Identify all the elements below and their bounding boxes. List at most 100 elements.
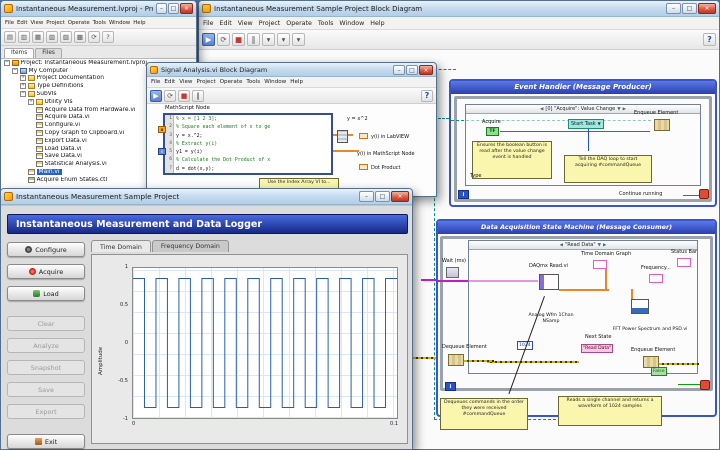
case-dropdown-icon[interactable]: ▼ bbox=[598, 243, 601, 248]
enqueue-element-node[interactable] bbox=[654, 119, 670, 131]
new-vi-button[interactable]: ▤ bbox=[4, 31, 16, 43]
minimize-button[interactable]: – bbox=[666, 3, 681, 14]
help-button[interactable]: ? bbox=[102, 31, 114, 43]
help-icon[interactable]: ? bbox=[703, 33, 716, 46]
state-machine-frame[interactable]: Data Acquisition State Machine (Message … bbox=[436, 219, 717, 430]
menu-item[interactable]: Project bbox=[46, 20, 64, 26]
menu-item[interactable]: Help bbox=[133, 20, 145, 26]
menu-item[interactable]: File bbox=[151, 79, 160, 85]
menu-item[interactable]: View bbox=[238, 20, 253, 27]
index-array-node[interactable] bbox=[337, 130, 348, 143]
tree-expander-icon[interactable]: − bbox=[4, 59, 10, 66]
titlebar[interactable]: Instantaneous Measurement Sample Project… bbox=[199, 1, 719, 17]
code-line[interactable]: 7 d = dot(x,y); bbox=[165, 164, 331, 173]
titlebar[interactable]: Signal Analysis.vi Block Diagram – □ × bbox=[147, 63, 436, 77]
refresh-button[interactable]: ⟳ bbox=[88, 31, 100, 43]
event-handler-frame[interactable]: Event Handler (Message Producer) ◀ [0] "… bbox=[449, 79, 717, 207]
pause-button[interactable]: ‖ bbox=[247, 33, 260, 46]
menu-item[interactable]: Operate bbox=[68, 20, 90, 26]
menu-item[interactable]: Tools bbox=[318, 20, 334, 27]
loop-iteration-terminal[interactable]: i bbox=[458, 190, 469, 199]
loop-condition-terminal[interactable] bbox=[700, 380, 710, 390]
mathscript-node[interactable]: 1 % x = [1 2 3]; 2 % Square each element… bbox=[163, 113, 333, 175]
menu-item[interactable]: Window bbox=[339, 20, 364, 27]
menu-item[interactable]: Help bbox=[290, 79, 303, 85]
code-line[interactable]: 6 % Calculate the Dot Product of x bbox=[165, 156, 331, 165]
tab-frequency-domain[interactable]: Frequency Domain bbox=[151, 240, 229, 252]
wait-ms-node[interactable] bbox=[446, 267, 459, 278]
loop-iteration-terminal[interactable]: i bbox=[445, 382, 456, 391]
clear-button[interactable]: Clear bbox=[7, 316, 85, 331]
tab-files[interactable]: Files bbox=[35, 48, 62, 58]
menu-item[interactable]: Window bbox=[109, 20, 130, 26]
input-terminal-i[interactable]: i bbox=[158, 148, 166, 155]
tree-expander-icon[interactable]: − bbox=[12, 67, 18, 74]
code-line[interactable]: 4 % Extract y(i) bbox=[165, 139, 331, 149]
case-dropdown-icon[interactable]: ▼ bbox=[617, 107, 620, 112]
open-button[interactable]: ▥ bbox=[18, 31, 30, 43]
case-selector[interactable]: ◀ "Read Data" ▼ ▶ bbox=[469, 241, 697, 250]
maximize-button[interactable]: □ bbox=[375, 191, 390, 202]
comment[interactable]: Ensures the boolean button is read after… bbox=[472, 141, 552, 179]
menu-item[interactable]: Window bbox=[264, 79, 286, 85]
close-button[interactable]: × bbox=[698, 3, 716, 14]
read-data-string-constant[interactable]: "Read Data" bbox=[581, 344, 614, 353]
titlebar[interactable]: Instantaneous Measurement Sample Project… bbox=[1, 189, 412, 205]
titlebar[interactable]: Instantaneous Measurement.lvproj - Proje… bbox=[1, 1, 196, 17]
minimize-button[interactable]: – bbox=[156, 3, 167, 14]
copy-button[interactable]: ▨ bbox=[60, 31, 72, 43]
menu-item[interactable]: View bbox=[30, 20, 43, 26]
minimize-button[interactable]: – bbox=[359, 191, 374, 202]
start-task-enum-constant[interactable]: Start Task ▼ bbox=[568, 119, 604, 129]
save-button[interactable]: ▦ bbox=[32, 31, 44, 43]
menu-item[interactable]: Edit bbox=[164, 79, 175, 85]
menu-item[interactable]: Edit bbox=[220, 20, 232, 27]
load-button[interactable]: Load bbox=[7, 286, 85, 301]
prev-case-icon[interactable]: ◀ bbox=[540, 107, 543, 112]
distribute-objects-dropdown[interactable]: ▾ bbox=[292, 33, 305, 46]
analyze-button[interactable]: Analyze bbox=[7, 338, 85, 353]
case-structure[interactable]: ◀ "Read Data" ▼ ▶ DAQmx Read.vi Analog W… bbox=[468, 240, 699, 376]
input-terminal-x[interactable]: x bbox=[158, 126, 166, 133]
menu-item[interactable]: Help bbox=[370, 20, 384, 27]
menu-item[interactable]: Edit bbox=[17, 20, 27, 26]
menu-item[interactable]: Operate bbox=[286, 20, 312, 27]
tree-expander-icon[interactable]: + bbox=[20, 83, 26, 90]
help-icon[interactable]: ? bbox=[421, 89, 433, 102]
menu-item[interactable]: Tools bbox=[246, 79, 260, 85]
close-button[interactable]: × bbox=[391, 191, 409, 202]
false-constant[interactable]: False bbox=[651, 367, 667, 376]
status-bar-terminal[interactable] bbox=[677, 258, 691, 267]
event-structure[interactable]: ◀ [0] "Acquire": Value Change ▼ ▶ Acquir… bbox=[465, 104, 701, 186]
run-button[interactable]: ▶ bbox=[202, 33, 215, 46]
text-settings-dropdown[interactable]: ▾ bbox=[262, 33, 275, 46]
frequency-graph-terminal[interactable] bbox=[649, 274, 663, 283]
maximize-button[interactable]: □ bbox=[682, 3, 697, 14]
code-line[interactable]: 3 y = x.^2; bbox=[165, 131, 331, 140]
menu-item[interactable]: Operate bbox=[220, 79, 243, 85]
tab-items[interactable]: Items bbox=[4, 48, 35, 58]
align-objects-dropdown[interactable]: ▾ bbox=[277, 33, 290, 46]
acquire-button[interactable]: Acquire bbox=[7, 264, 85, 279]
fft-power-spectrum-node[interactable] bbox=[631, 299, 649, 314]
save-button[interactable]: Save bbox=[7, 382, 85, 397]
dbl-indicator-terminal[interactable] bbox=[359, 133, 368, 139]
run-button[interactable]: ▶ bbox=[150, 89, 162, 102]
abort-button[interactable]: ■ bbox=[178, 89, 190, 102]
pause-button[interactable]: ‖ bbox=[192, 89, 204, 102]
time-domain-graph-terminal[interactable] bbox=[593, 260, 607, 269]
waveform-chart[interactable] bbox=[132, 267, 398, 419]
signal-diagram-canvas[interactable]: MathScript Node 1 % x = [1 2 3]; 2 % Squ… bbox=[147, 104, 436, 196]
menu-item[interactable]: File bbox=[5, 20, 14, 26]
minimize-button[interactable]: – bbox=[393, 64, 405, 75]
acquire-boolean-terminal[interactable]: TF bbox=[486, 127, 499, 136]
export-button[interactable]: Export bbox=[7, 404, 85, 419]
menu-item[interactable]: Project bbox=[197, 79, 216, 85]
comment[interactable]: Tell the DAQ loop to start acquiring #co… bbox=[564, 155, 652, 183]
comment[interactable]: Dequeues commands in the order they were… bbox=[440, 398, 528, 430]
maximize-button[interactable]: □ bbox=[406, 64, 418, 75]
code-line[interactable]: 2 % Square each element of x to ge bbox=[165, 123, 331, 132]
prev-case-icon[interactable]: ◀ bbox=[560, 243, 563, 248]
code-line[interactable]: 1 % x = [1 2 3]; bbox=[165, 115, 331, 124]
next-case-icon[interactable]: ▶ bbox=[623, 107, 626, 112]
